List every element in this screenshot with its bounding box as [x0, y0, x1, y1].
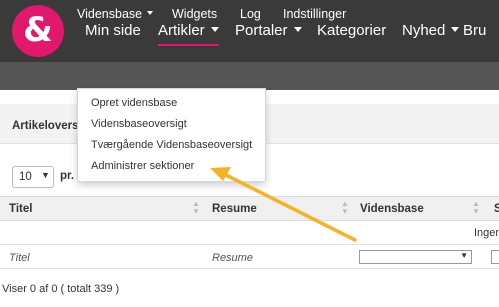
- select-arrow-icon: ▼: [460, 251, 468, 260]
- menu-item-vidensbaseoversigt[interactable]: Vidensbaseoversigt: [91, 118, 187, 130]
- subnav-item-widgets[interactable]: Widgets: [172, 7, 217, 21]
- chevron-down-icon: [147, 10, 154, 15]
- page-length-select[interactable]: 10 ▼: [12, 166, 54, 188]
- menu-item-administrer-sektioner[interactable]: Administrer sektioner: [91, 160, 194, 172]
- topnav-item-bru[interactable]: Bru: [463, 22, 486, 39]
- subnav-item-vidensbase[interactable]: Vidensbase: [77, 7, 154, 21]
- subnav-item-indstillinger[interactable]: Indstillinger: [283, 7, 346, 21]
- topnav-item-nyhed[interactable]: Nyhed: [402, 22, 460, 39]
- table-info: Viser 0 af 0 ( totalt 339 ): [2, 283, 120, 295]
- chevron-down-icon: [451, 26, 460, 32]
- topnav-item-kategorier[interactable]: Kategorier: [317, 22, 386, 39]
- brand-logo[interactable]: &: [12, 5, 64, 57]
- sort-icon[interactable]: ▲ ▼: [192, 200, 200, 216]
- logo-glyph: &: [23, 10, 53, 50]
- panel-title: Artikeloversi: [12, 120, 82, 132]
- topnav-item-portaler[interactable]: Portaler: [235, 22, 302, 39]
- sub-navigation-bar: [0, 62, 499, 90]
- sort-icon[interactable]: ▲ ▼: [341, 200, 349, 216]
- menu-item-opret-vidensbase[interactable]: Opret vidensbase: [91, 97, 177, 109]
- vidensbase-filter-select[interactable]: ▼: [359, 250, 472, 264]
- row-resume-placeholder: Resume: [212, 252, 253, 264]
- status-filter-select[interactable]: [491, 250, 499, 264]
- chevron-down-icon: [293, 26, 302, 32]
- row-titel-placeholder: Titel: [9, 252, 30, 264]
- sort-icon[interactable]: ▲ ▼: [472, 200, 480, 216]
- topnav-item-artikler[interactable]: Artikler: [158, 22, 219, 46]
- chevron-down-icon: [210, 26, 219, 32]
- column-header-vidensbase[interactable]: Vidensbase: [360, 203, 424, 215]
- filter-row: [0, 221, 499, 245]
- column-header-titel[interactable]: Titel: [9, 203, 32, 215]
- subnav-item-log[interactable]: Log: [240, 7, 261, 21]
- filter-value[interactable]: Ingen: [474, 227, 499, 239]
- column-header-s[interactable]: S: [494, 203, 499, 215]
- menu-item-tvaergaende-vidensbaseoversigt[interactable]: Tværgående Vidensbaseoversigt: [91, 139, 252, 151]
- topnav-item-min-side[interactable]: Min side: [85, 22, 141, 39]
- select-arrow-icon: ▼: [41, 170, 50, 180]
- column-header-resume[interactable]: Resume: [212, 203, 257, 215]
- vidensbase-dropdown-menu: Opret vidensbase Vidensbaseoversigt Tvær…: [77, 88, 266, 182]
